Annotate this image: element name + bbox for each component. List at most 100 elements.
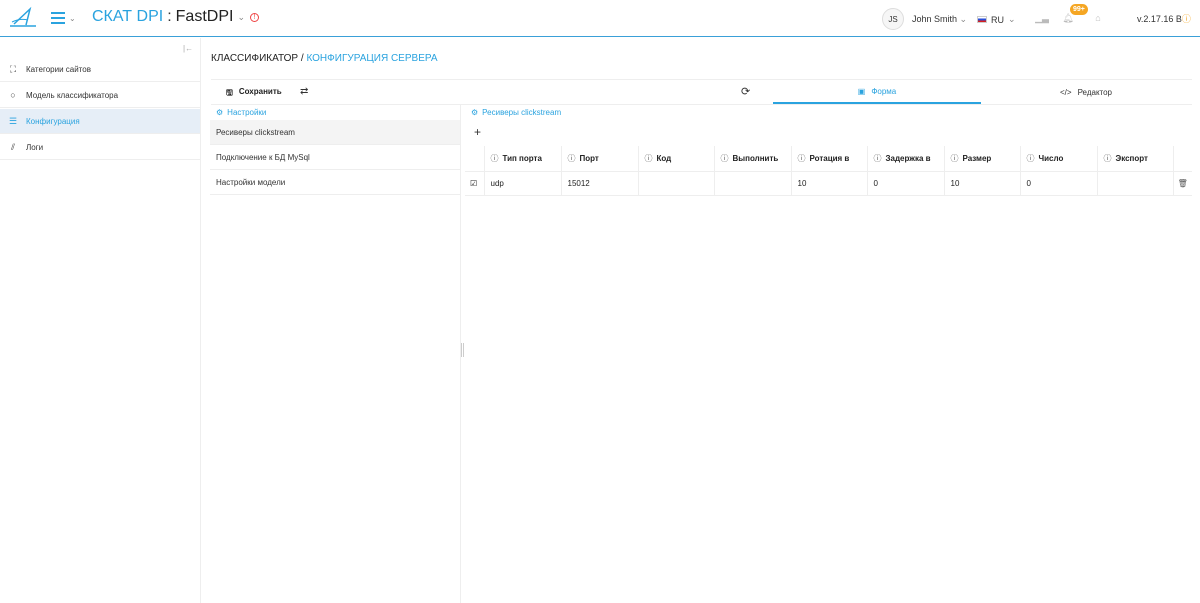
version-text: v.2.17.16 B	[1137, 14, 1182, 24]
column-label: Тип порта	[502, 153, 542, 163]
column-header[interactable]: ⓘ Выполнить	[713, 146, 791, 172]
chevron-down-icon: ⌄	[1008, 14, 1016, 24]
help-icon[interactable]: ⓘ	[568, 154, 576, 163]
table-cell[interactable]: 10	[943, 171, 1020, 196]
logo-icon[interactable]	[8, 6, 38, 30]
table-row[interactable]: ☑ udp 15012 10 0 10 0 🗑︎	[465, 171, 1192, 196]
receivers-panel-header: ⚙ Ресиверы clickstream	[465, 105, 1192, 120]
actions-column-header	[1172, 146, 1192, 172]
table-header-row: ⓘ Тип порта ⓘ Порт ⓘ Код ⓘ Выполнить ⓘ Ротаци…	[465, 146, 1192, 172]
column-label: Ротация в	[809, 153, 850, 163]
breadcrumb-separator: /	[300, 53, 304, 64]
title-separator: :	[167, 8, 172, 25]
list-icon: ☰	[8, 115, 18, 126]
help-icon[interactable]: ⓘ	[951, 154, 959, 163]
user-menu[interactable]: John Smith ⌄	[912, 14, 967, 25]
language-selector[interactable]: RU ⌄	[977, 14, 1016, 25]
brand-name: СКАТ DPI	[92, 8, 164, 25]
language-label: RU	[991, 14, 1004, 25]
row-checkbox[interactable]: ☑	[465, 171, 484, 196]
select-column-header	[465, 146, 484, 172]
receivers-panel-title: Ресиверы clickstream	[482, 108, 562, 117]
column-label: Число	[1038, 153, 1064, 163]
resize-handle[interactable]	[461, 343, 464, 357]
add-row-button[interactable]: +	[474, 125, 481, 139]
tab-editor[interactable]: </> Редактор	[981, 80, 1191, 104]
settings-item-model[interactable]: Настройки модели	[210, 170, 460, 195]
column-label: Порт	[579, 153, 599, 163]
column-header[interactable]: ⓘ Код	[637, 146, 714, 172]
table-cell[interactable]: 0	[1019, 171, 1097, 196]
refresh-icon[interactable]: ⟳	[741, 85, 750, 98]
sidebar-item-label: Модель классификатора	[26, 90, 119, 100]
circle-icon: ○	[10, 90, 16, 100]
sidebar-item-configuration[interactable]: ☰ Конфигурация	[0, 109, 200, 134]
column-header[interactable]: ⓘ Экспорт	[1096, 146, 1173, 172]
table-cell[interactable]	[713, 171, 791, 196]
table-cell[interactable]: 0	[866, 171, 944, 196]
sidebar-item-classifier-model[interactable]: ○ Модель классификатора	[0, 83, 200, 108]
app-name: FastDPI	[175, 8, 234, 25]
toolbar: 🖫 Сохранить ⇄ ⟳ ▣ Форма </> Редактор	[211, 79, 1192, 105]
settings-panel-header: ⚙ Настройки	[210, 105, 460, 120]
stats-icon[interactable]: ▁▃	[1035, 12, 1049, 24]
column-label: Задержка в	[885, 153, 931, 163]
info-icon[interactable]: ⓘ	[1182, 14, 1191, 24]
hamburger-icon	[51, 12, 65, 24]
breadcrumb: КЛАССИФИКАТОР / КОНФИГУРАЦИЯ СЕРВЕРА	[211, 53, 438, 64]
chevron-down-icon[interactable]: ⌄	[237, 12, 245, 23]
swap-icon[interactable]: ⇄	[300, 86, 308, 97]
code-icon: </>	[1059, 87, 1072, 97]
column-header[interactable]: ⓘ Задержка в	[866, 146, 944, 172]
sidebar-item-site-categories[interactable]: ⛶ Категории сайтов	[0, 57, 200, 82]
settings-item-clickstream[interactable]: Ресиверы clickstream	[210, 120, 460, 145]
column-header[interactable]: ⓘ Тип порта	[483, 146, 561, 172]
column-header[interactable]: ⓘ Размер	[943, 146, 1020, 172]
sidebar-item-label: Категории сайтов	[26, 64, 91, 74]
column-header[interactable]: ⓘ Ротация в	[790, 146, 867, 172]
column-header[interactable]: ⓘ Число	[1019, 146, 1097, 172]
help-icon[interactable]: ⓘ	[798, 154, 806, 163]
gears-icon: ⚙	[216, 108, 224, 117]
table-cell[interactable]: 15012	[560, 171, 638, 196]
table-cell[interactable]	[637, 171, 714, 196]
column-label: Код	[656, 153, 672, 163]
help-icon[interactable]: ⓘ	[491, 154, 499, 163]
avatar[interactable]: JS	[882, 8, 904, 30]
user-name: John Smith	[912, 14, 958, 24]
help-icon[interactable]: ⓘ	[1104, 154, 1112, 163]
column-label: Размер	[962, 153, 992, 163]
notifications-badge: 99+	[1070, 4, 1088, 15]
column-label: Экспорт	[1115, 153, 1148, 163]
main-menu-button[interactable]: ⌄	[51, 10, 81, 26]
table-cell[interactable]: 10	[790, 171, 867, 196]
chart-icon: ⫽	[10, 141, 15, 152]
chevron-down-icon: ⌄	[959, 14, 968, 24]
save-button[interactable]: 🖫 Сохранить	[226, 87, 282, 101]
warning-icon[interactable]: !	[249, 12, 259, 22]
sidebar: |← ⛶ Категории сайтов ○ Модель классифик…	[0, 38, 201, 603]
lock-icon[interactable]: ⌂	[1092, 12, 1104, 24]
tab-form[interactable]: ▣ Форма	[773, 80, 981, 104]
tab-label: Редактор	[1077, 87, 1112, 97]
breadcrumb-parent[interactable]: КЛАССИФИКАТОР	[211, 53, 298, 64]
receivers-table: ⓘ Тип порта ⓘ Порт ⓘ Код ⓘ Выполнить ⓘ Ротаци…	[465, 146, 1192, 196]
table-cell[interactable]: udp	[483, 171, 561, 196]
help-icon[interactable]: ⓘ	[721, 154, 729, 163]
breadcrumb-current: КОНФИГУРАЦИЯ СЕРВЕРА	[306, 53, 438, 64]
version-label: v.2.17.16 Bⓘ	[1137, 12, 1191, 25]
help-icon[interactable]: ⓘ	[1027, 154, 1035, 163]
column-header[interactable]: ⓘ Порт	[560, 146, 638, 172]
help-icon[interactable]: ⓘ	[874, 154, 882, 163]
settings-panel-title: Настройки	[227, 108, 267, 117]
help-icon[interactable]: ⓘ	[645, 154, 653, 163]
receivers-panel: ⚙ Ресиверы clickstream + ⓘ Тип порта ⓘ Пор…	[465, 105, 1192, 603]
settings-item-mysql[interactable]: Подключение к БД MySql	[210, 145, 460, 170]
trash-icon[interactable]: 🗑︎	[1172, 171, 1192, 196]
sidebar-item-logs[interactable]: ⫽ Логи	[0, 135, 200, 160]
gear-icon: ⚙	[471, 108, 479, 117]
app-title[interactable]: СКАТ DPI : FastDPI ⌄ !	[92, 8, 259, 26]
collapse-sidebar-icon[interactable]: |←	[183, 44, 193, 53]
sidebar-item-label: Конфигурация	[26, 116, 80, 126]
table-cell[interactable]	[1096, 171, 1173, 196]
